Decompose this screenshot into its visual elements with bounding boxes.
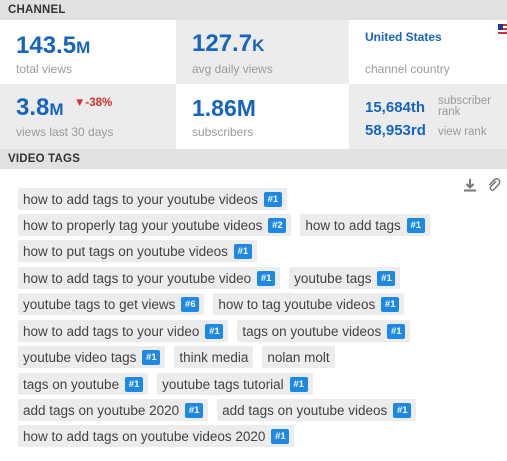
tag-row: youtube tags to get views #6 how to tag yo… bbox=[18, 293, 413, 315]
video-tag[interactable]: how to put tags on youtube videos #1 bbox=[18, 240, 257, 262]
view-rank-label: view rank bbox=[438, 126, 487, 138]
channel-country-cell: United States channel country bbox=[349, 20, 507, 84]
subscribers-value: 1.86M bbox=[192, 95, 256, 121]
video-tag[interactable]: youtube tags tutorial #1 bbox=[157, 373, 313, 395]
video-tag-text: how to tag youtube videos bbox=[218, 296, 376, 312]
tag-row: tags on youtube #1 youtube tags tutorial #1 bbox=[18, 373, 322, 395]
ranks-cell: 15,684th subscriber rank 58,953rd view r… bbox=[349, 84, 507, 149]
tag-rank-badge: #1 bbox=[185, 402, 204, 418]
video-tag-text: youtube video tags bbox=[23, 349, 137, 365]
video-tag[interactable]: tags on youtube #1 bbox=[18, 373, 149, 395]
video-tag[interactable]: how to tag youtube videos #1 bbox=[213, 293, 405, 315]
video-tag-text: nolan molt bbox=[267, 349, 330, 365]
video-tag[interactable]: youtube tags #1 bbox=[289, 267, 401, 289]
views-30-days-value: 3.8M bbox=[16, 94, 64, 121]
channel-country-label: channel country bbox=[365, 62, 450, 76]
channel-country-value[interactable]: United States bbox=[365, 30, 442, 44]
tag-rank-badge: #1 bbox=[257, 270, 276, 286]
tag-rank-badge: #6 bbox=[181, 296, 200, 312]
tag-row: how to add tags on youtube videos 2020 #1 bbox=[18, 425, 303, 447]
video-tag[interactable]: add tags on youtube 2020 #1 bbox=[18, 399, 209, 421]
tag-rank-badge: #1 bbox=[381, 296, 400, 312]
tag-rank-badge: #1 bbox=[233, 243, 252, 259]
video-tag-text: youtube tags tutorial bbox=[162, 376, 284, 392]
video-tags-section-header: VIDEO TAGS bbox=[0, 149, 507, 169]
total-views-label: total views bbox=[16, 62, 73, 76]
video-tag-text: how to add tags to your video bbox=[23, 323, 200, 339]
us-flag-icon bbox=[498, 24, 507, 36]
total-views-cell: 143.5M total views bbox=[0, 20, 176, 84]
views-30-days-cell: 3.8M ▼-38% views last 30 days bbox=[0, 84, 176, 149]
video-tag-text: how to add tags on youtube videos 2020 bbox=[23, 428, 266, 444]
video-tag-text: how to add tags to your youtube video bbox=[23, 270, 252, 286]
video-tag[interactable]: how to add tags to your youtube video #1 bbox=[18, 267, 281, 289]
channel-section-header: CHANNEL bbox=[0, 0, 507, 20]
avg-daily-views-value: 127.7K bbox=[192, 30, 265, 57]
tag-row: how to add tags to your youtube video #1 y… bbox=[18, 267, 409, 289]
video-tag[interactable]: tags on youtube videos #1 bbox=[237, 320, 411, 342]
tag-rank-badge: #1 bbox=[142, 349, 161, 365]
views-30-days-label: views last 30 days bbox=[16, 125, 114, 139]
video-tag-text: youtube tags bbox=[294, 270, 372, 286]
video-tag-text: how to put tags on youtube videos bbox=[23, 243, 228, 259]
avg-daily-views-label: avg daily views bbox=[192, 62, 273, 76]
video-tag-text: think media bbox=[179, 349, 249, 365]
video-tag[interactable]: how to add tags to your video #1 bbox=[18, 320, 229, 342]
video-tag-text: tags on youtube bbox=[23, 376, 120, 392]
tag-rank-badge: #1 bbox=[205, 323, 224, 339]
view-rank-value: 58,953rd bbox=[365, 122, 426, 139]
tag-rank-badge: #1 bbox=[125, 376, 144, 392]
video-tag-text: how to properly tag your youtube videos bbox=[23, 217, 263, 233]
video-tag[interactable]: how to add tags to your youtube videos #1 bbox=[18, 188, 287, 210]
tag-rank-badge: #1 bbox=[406, 217, 425, 233]
subscriber-rank-value: 15,684th bbox=[365, 99, 426, 116]
tag-rank-badge: #1 bbox=[377, 270, 396, 286]
subscribers-cell: 1.86M subscribers bbox=[176, 84, 349, 149]
video-tag[interactable]: how to add tags on youtube videos 2020 #1 bbox=[18, 425, 295, 447]
video-tag[interactable]: youtube video tags #1 bbox=[18, 346, 166, 368]
tag-row: how to add tags to your youtube videos #1 bbox=[18, 188, 296, 210]
tag-row: add tags on youtube 2020 #1 add tags on yo… bbox=[18, 399, 425, 421]
video-tag[interactable]: think media bbox=[174, 346, 254, 368]
video-tag-text: how to add tags bbox=[305, 217, 401, 233]
tag-rank-badge: #1 bbox=[393, 402, 412, 418]
avg-daily-views-cell: 127.7K avg daily views bbox=[176, 20, 349, 84]
channel-stats-grid: 143.5M total views 127.7K avg daily view… bbox=[0, 20, 507, 149]
video-tag-text: add tags on youtube 2020 bbox=[23, 402, 180, 418]
video-tag[interactable]: how to add tags #1 bbox=[300, 214, 430, 236]
tag-row: how to add tags to your video #1 tags on y… bbox=[18, 320, 419, 342]
tag-rank-badge: #1 bbox=[289, 376, 308, 392]
subscribers-label: subscribers bbox=[192, 125, 254, 139]
tag-rank-badge: #1 bbox=[271, 428, 290, 444]
views-30-days-delta: ▼-38% bbox=[74, 97, 113, 109]
total-views-value: 143.5M bbox=[16, 32, 91, 59]
tag-rank-badge: #1 bbox=[263, 191, 282, 207]
video-tag-text: youtube tags to get views bbox=[23, 296, 176, 312]
tag-row: how to properly tag your youtube videos #… bbox=[18, 214, 439, 236]
video-tag-text: tags on youtube videos bbox=[242, 323, 382, 339]
video-tag[interactable]: youtube tags to get views #6 bbox=[18, 293, 205, 315]
tag-rank-badge: #1 bbox=[387, 323, 406, 339]
tag-row: how to put tags on youtube videos #1 bbox=[18, 240, 266, 262]
video-tag[interactable]: nolan molt bbox=[262, 346, 335, 368]
video-tags-list: how to add tags to your youtube videos #1… bbox=[0, 169, 507, 461]
video-tag-text: how to add tags to your youtube videos bbox=[23, 191, 258, 207]
tag-rank-badge: #2 bbox=[268, 217, 287, 233]
video-tag-text: add tags on youtube videos bbox=[222, 402, 388, 418]
video-tag[interactable]: how to properly tag your youtube videos #… bbox=[18, 214, 292, 236]
subscriber-rank-label: subscriber rank bbox=[438, 95, 492, 118]
video-tag[interactable]: add tags on youtube videos #1 bbox=[217, 399, 417, 421]
tag-row: youtube video tags #1 think media nolan mol… bbox=[18, 346, 344, 368]
